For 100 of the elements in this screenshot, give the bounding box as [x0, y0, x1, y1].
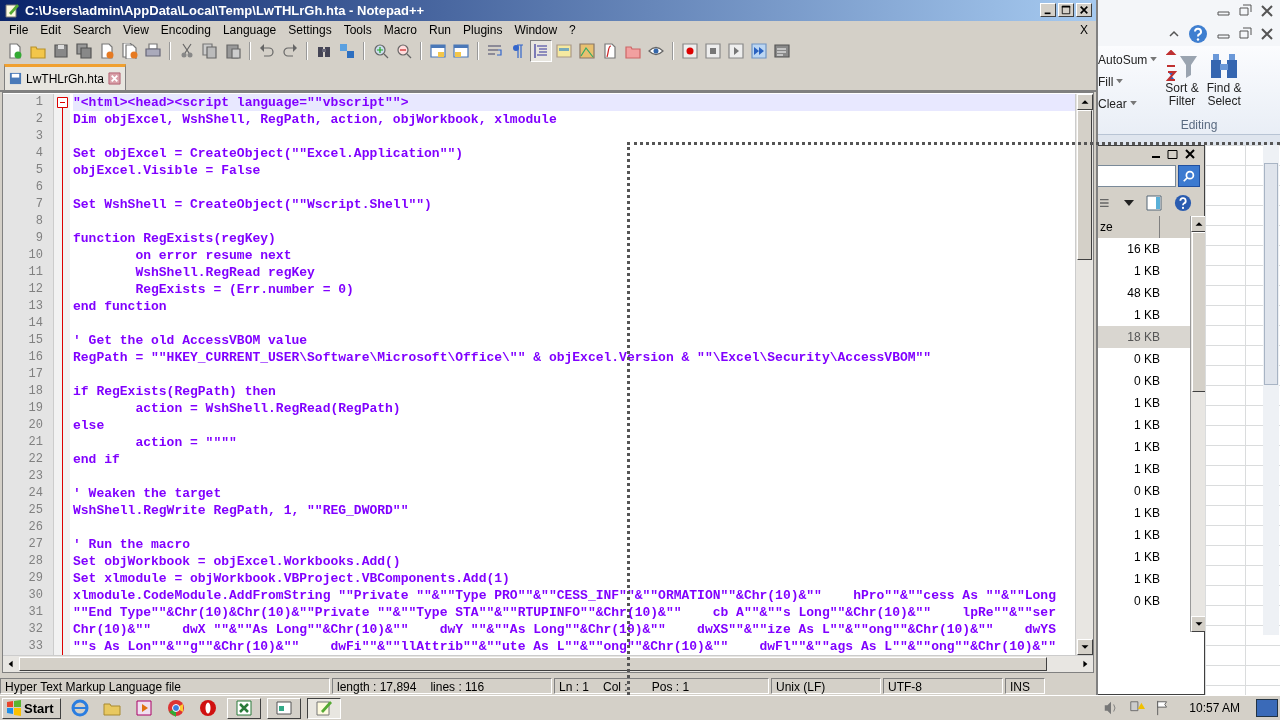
- fold-icon[interactable]: [57, 97, 68, 109]
- scroll-right-icon[interactable]: [1081, 660, 1089, 669]
- printer-icon[interactable]: [145, 42, 161, 59]
- window-controls-icon[interactable]: [1150, 148, 1198, 160]
- scroll-thumb[interactable]: [1077, 110, 1092, 261]
- floppy-disks-icon[interactable]: [76, 42, 92, 59]
- menu-item[interactable]: Run: [423, 23, 458, 38]
- help-icon[interactable]: [1174, 194, 1192, 212]
- spreadsheet-task-button[interactable]: [226, 697, 261, 719]
- sort-filter-icon[interactable]: [1166, 50, 1199, 82]
- copy-icon[interactable]: [202, 42, 218, 59]
- menu-item[interactable]: View: [117, 23, 155, 38]
- window-icon[interactable]: [453, 42, 469, 59]
- menu-item[interactable]: Edit: [34, 23, 68, 38]
- search-field[interactable]: [1098, 165, 1176, 187]
- record-icon[interactable]: [682, 42, 698, 59]
- scroll-thumb[interactable]: [19, 657, 1047, 672]
- notepad-icon: [4, 2, 20, 19]
- fast-forward-icon[interactable]: [751, 42, 767, 59]
- window-icon[interactable]: [430, 42, 446, 59]
- file-size-cell[interactable]: 1 KB: [1098, 414, 1190, 436]
- help-icon[interactable]: [1188, 24, 1208, 44]
- document-plus-icon[interactable]: [7, 42, 23, 59]
- clipboard-icon[interactable]: [225, 42, 241, 59]
- vertical-scrollbar[interactable]: [1263, 145, 1279, 635]
- menu-item[interactable]: Macro: [377, 23, 423, 38]
- file-size-cell[interactable]: 18 KB: [1098, 326, 1190, 348]
- show-desktop-button[interactable]: [1256, 699, 1278, 717]
- menu-item[interactable]: File: [3, 23, 35, 38]
- disc-icon[interactable]: [198, 699, 217, 717]
- browser-icon[interactable]: [70, 699, 89, 717]
- four-squares-icon[interactable]: [6, 700, 22, 716]
- indent-guide-icon[interactable]: [533, 42, 549, 59]
- caret-icon[interactable]: [1116, 79, 1124, 84]
- file-size-cell[interactable]: 1 KB: [1098, 502, 1190, 524]
- scroll-up-icon[interactable]: [1076, 94, 1093, 111]
- file-size-cell[interactable]: 0 KB: [1098, 370, 1190, 392]
- replace-icon[interactable]: [339, 42, 355, 59]
- spreadsheet-icon[interactable]: [234, 699, 253, 717]
- stop-icon[interactable]: [705, 42, 721, 59]
- menu-item[interactable]: Window: [508, 23, 564, 38]
- ribbon-button[interactable]: Clear: [1096, 94, 1160, 113]
- line-number: 2: [34, 111, 44, 129]
- function-list-icon[interactable]: [602, 42, 618, 59]
- window-task-button[interactable]: [266, 697, 301, 719]
- window-controls-icon[interactable]: [1216, 4, 1276, 18]
- line-number: 24: [27, 485, 44, 503]
- preview-pane-icon[interactable]: [1146, 195, 1162, 211]
- menu-item[interactable]: Language: [216, 23, 283, 38]
- menu-item[interactable]: ?: [563, 23, 582, 38]
- close-document-button[interactable]: X: [1080, 23, 1088, 38]
- notepad-task-button[interactable]: [306, 697, 341, 719]
- file-size-cell[interactable]: 0 KB: [1098, 480, 1190, 502]
- file-size-cell[interactable]: 0 KB: [1098, 590, 1190, 612]
- menu-item[interactable]: Search: [67, 23, 118, 38]
- caret-icon[interactable]: [1150, 57, 1158, 62]
- menu-item[interactable]: Tools: [337, 23, 378, 38]
- file-size-cell[interactable]: 1 KB: [1098, 568, 1190, 590]
- scroll-down-icon[interactable]: [1076, 639, 1093, 656]
- file-size-cell[interactable]: 1 KB: [1098, 304, 1190, 326]
- menu-item[interactable]: Plugins: [457, 23, 509, 38]
- file-size-cell[interactable]: 1 KB: [1098, 392, 1190, 414]
- file-size-cell[interactable]: 1 KB: [1098, 260, 1190, 282]
- file-size-cell[interactable]: 16 KB: [1098, 238, 1190, 260]
- list-view-icon[interactable]: [1100, 197, 1112, 209]
- scissors-icon[interactable]: [179, 42, 195, 59]
- wrap-lines-icon[interactable]: [487, 42, 503, 59]
- zoom-out-icon[interactable]: [396, 42, 412, 59]
- dropdown-caret-icon[interactable]: [1124, 200, 1134, 206]
- documents-minus-icon[interactable]: [122, 42, 138, 59]
- caret-icon[interactable]: [1129, 101, 1137, 106]
- clock[interactable]: 10:57 AM: [1179, 701, 1250, 715]
- macro-list-icon[interactable]: [774, 42, 790, 59]
- code-line: Chr(10)&"" dwX ""&""As Long""&Chr(10)&"" dwY ""&""As Long""&Chr(10)&"" dwXS""&""ize As L""&""ong""&Chr(10)&"" dwYS: [73, 622, 1056, 638]
- line-number: 25: [27, 502, 44, 520]
- document-minus-icon[interactable]: [99, 42, 115, 59]
- file-tab[interactable]: LwTHLrGh.hta: [4, 64, 127, 91]
- horizontal-scrollbar[interactable]: [3, 655, 1093, 673]
- file-size-cell[interactable]: 0 KB: [1098, 348, 1190, 370]
- start-button[interactable]: Start: [2, 697, 61, 719]
- file-size-cell[interactable]: 1 KB: [1098, 546, 1190, 568]
- file-size-cell[interactable]: 48 KB: [1098, 282, 1190, 304]
- undo-icon[interactable]: [259, 42, 275, 59]
- menu-item[interactable]: Settings: [282, 23, 338, 38]
- media-player-icon[interactable]: [134, 699, 153, 717]
- vertical-scrollbar[interactable]: [1075, 94, 1093, 656]
- paragraph-icon[interactable]: [510, 42, 526, 59]
- redo-icon[interactable]: [282, 42, 298, 59]
- zoom-in-icon[interactable]: [373, 42, 389, 59]
- ribbon-button[interactable]: Fill: [1096, 72, 1160, 91]
- window-controls-icon[interactable]: [1216, 27, 1276, 41]
- menu-item[interactable]: Encoding: [154, 23, 217, 38]
- file-size-cell[interactable]: 1 KB: [1098, 436, 1190, 458]
- ribbon-button[interactable]: Find & Select: [1204, 50, 1244, 113]
- file-size-cell[interactable]: 1 KB: [1098, 458, 1190, 480]
- file-size-cell[interactable]: 1 KB: [1098, 524, 1190, 546]
- play-icon[interactable]: [728, 42, 744, 59]
- ribbon-button[interactable]: AutoSum: [1096, 50, 1160, 69]
- ribbon-button[interactable]: Sort & Filter: [1163, 50, 1201, 113]
- scroll-left-icon[interactable]: [7, 660, 15, 669]
